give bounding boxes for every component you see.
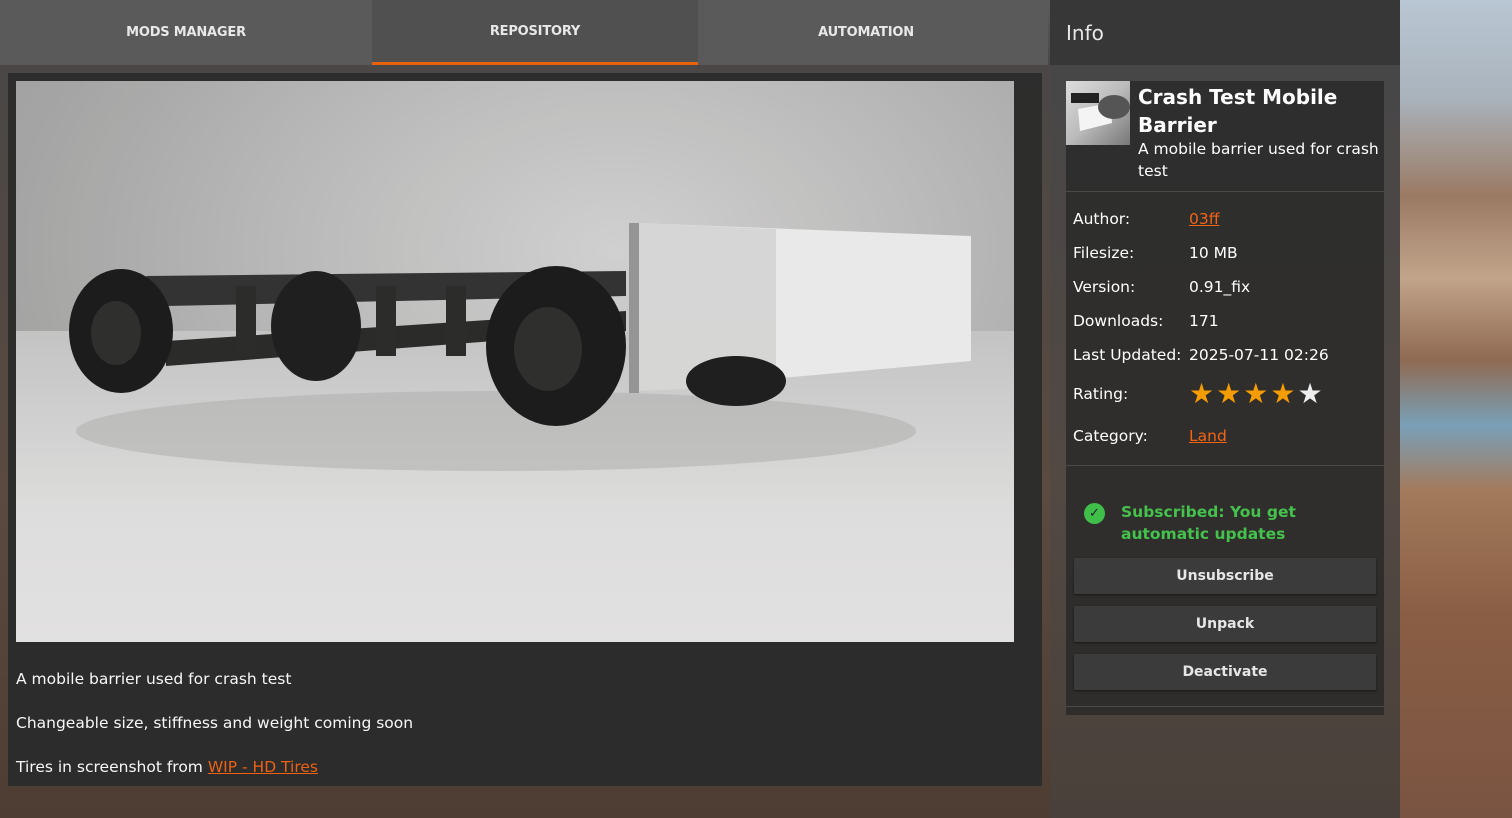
category-row: Category: Land — [1073, 427, 1227, 445]
mod-thumbnail — [1066, 81, 1130, 145]
subscription-status-text: Subscribed: You get automatic updates — [1121, 503, 1296, 543]
version-row: Version: 0.91_fix — [1073, 278, 1250, 296]
star-filled-icon: ★ — [1243, 377, 1269, 410]
author-link[interactable]: 03ff — [1189, 210, 1219, 228]
info-header: Info — [1050, 0, 1400, 65]
field-label: Last Updated: — [1073, 346, 1182, 364]
divider — [1066, 465, 1384, 466]
field-label: Author: — [1073, 210, 1131, 228]
tab-bar: MODS MANAGER REPOSITORY AUTOMATION — [0, 0, 1048, 65]
field-label: Rating: — [1073, 385, 1129, 403]
info-panel: Info Crash Test Mobile Barrier A mobile … — [1050, 0, 1400, 818]
tab-repository[interactable]: REPOSITORY — [372, 0, 698, 65]
mod-detail-panel: A mobile barrier used for crash test Cha… — [8, 73, 1042, 786]
field-value: 10 MB — [1189, 244, 1238, 262]
author-row: Author: 03ff — [1073, 210, 1219, 228]
updated-row: Last Updated: 2025-07-11 02:26 — [1073, 346, 1329, 364]
description-line-3: Tires in screenshot from WIP - HD Tires — [16, 758, 318, 776]
field-value: 2025-07-11 02:26 — [1189, 346, 1329, 364]
divider — [1066, 191, 1384, 192]
divider — [1066, 706, 1384, 707]
mod-title: Crash Test Mobile Barrier — [1138, 85, 1338, 137]
field-label: Category: — [1073, 427, 1148, 445]
tab-mods-manager[interactable]: MODS MANAGER — [0, 0, 372, 65]
description-text: Tires in screenshot from — [16, 758, 208, 776]
downloads-row: Downloads: 171 — [1073, 312, 1219, 330]
rating-stars: ★★★★★ — [1189, 380, 1325, 408]
field-label: Filesize: — [1073, 244, 1135, 262]
star-filled-icon: ★ — [1189, 377, 1215, 410]
check-circle-icon: ✓ — [1084, 503, 1105, 524]
star-filled-icon: ★ — [1270, 377, 1296, 410]
subscription-status: ✓ Subscribed: You get automatic updates — [1084, 501, 1376, 545]
description-line-1: A mobile barrier used for crash test — [16, 670, 292, 688]
category-link[interactable]: Land — [1189, 427, 1227, 445]
rating-row: Rating: ★★★★★ — [1073, 380, 1325, 408]
star-empty-icon: ★ — [1297, 377, 1323, 410]
field-label: Downloads: — [1073, 312, 1164, 330]
field-value: 171 — [1189, 312, 1219, 330]
mod-info-card: Crash Test Mobile Barrier A mobile barri… — [1066, 81, 1384, 715]
description-line-2: Changeable size, stiffness and weight co… — [16, 714, 414, 732]
star-filled-icon: ★ — [1216, 377, 1242, 410]
field-label: Version: — [1073, 278, 1136, 296]
hd-tires-link[interactable]: WIP - HD Tires — [208, 758, 318, 776]
background-scenery — [1400, 0, 1512, 818]
deactivate-button[interactable]: Deactivate — [1074, 654, 1376, 690]
unpack-button[interactable]: Unpack — [1074, 606, 1376, 642]
unsubscribe-button[interactable]: Unsubscribe — [1074, 558, 1376, 594]
field-value: 0.91_fix — [1189, 278, 1251, 296]
mod-subtitle: A mobile barrier used for crash test — [1138, 140, 1379, 180]
filesize-row: Filesize: 10 MB — [1073, 244, 1238, 262]
mod-preview-image — [16, 81, 1014, 642]
tab-automation[interactable]: AUTOMATION — [698, 0, 1034, 65]
